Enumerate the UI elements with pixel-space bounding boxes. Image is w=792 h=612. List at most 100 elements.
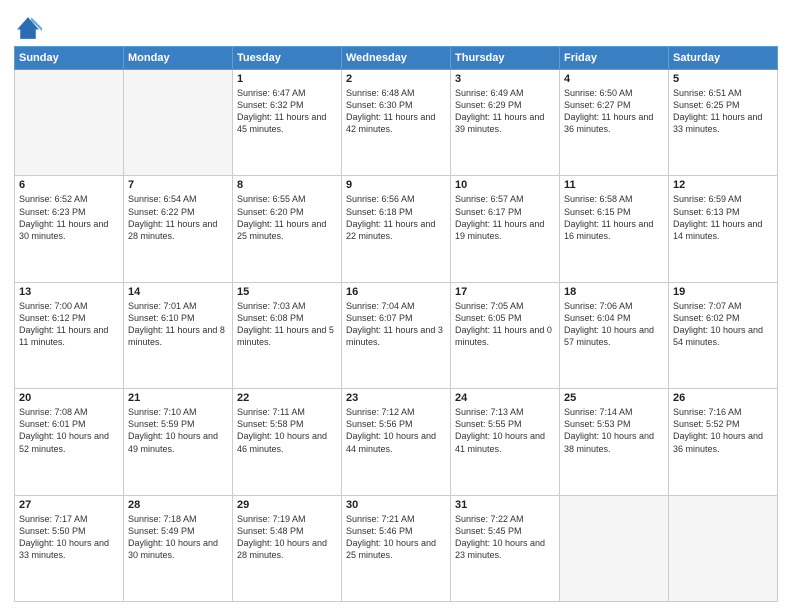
day-number: 17 — [455, 286, 555, 298]
day-number: 1 — [237, 73, 337, 85]
day-info: Sunrise: 7:14 AMSunset: 5:53 PMDaylight:… — [564, 406, 664, 455]
day-number: 2 — [346, 73, 446, 85]
day-number: 24 — [455, 392, 555, 404]
day-info: Sunrise: 6:59 AMSunset: 6:13 PMDaylight:… — [673, 193, 773, 242]
day-info: Sunrise: 7:19 AMSunset: 5:48 PMDaylight:… — [237, 513, 337, 562]
day-info: Sunrise: 6:48 AMSunset: 6:30 PMDaylight:… — [346, 87, 446, 136]
day-number: 11 — [564, 179, 664, 191]
day-number: 6 — [19, 179, 119, 191]
day-cell: 21 Sunrise: 7:10 AMSunset: 5:59 PMDayligh… — [124, 389, 233, 495]
day-info: Sunrise: 7:06 AMSunset: 6:04 PMDaylight:… — [564, 300, 664, 349]
day-cell: 24 Sunrise: 7:13 AMSunset: 5:55 PMDayligh… — [451, 389, 560, 495]
weekday-header-wednesday: Wednesday — [342, 47, 451, 70]
day-cell: 15Sunrise: 7:03 AMSunset: 6:08 PMDayligh… — [233, 282, 342, 388]
weekday-header-monday: Monday — [124, 47, 233, 70]
day-cell: 3Sunrise: 6:49 AMSunset: 6:29 PMDaylight… — [451, 70, 560, 176]
day-number: 8 — [237, 179, 337, 191]
day-number: 15 — [237, 286, 337, 298]
day-info: Sunrise: 7:10 AMSunset: 5:59 PMDaylight:… — [128, 406, 228, 455]
week-row-1: 1Sunrise: 6:47 AMSunset: 6:32 PMDaylight… — [15, 70, 778, 176]
header — [14, 10, 778, 42]
day-cell: 17 Sunrise: 7:05 AMSunset: 6:05 PMDayligh… — [451, 282, 560, 388]
day-cell: 14Sunrise: 7:01 AMSunset: 6:10 PMDayligh… — [124, 282, 233, 388]
day-info: Sunrise: 7:12 AMSunset: 5:56 PMDaylight:… — [346, 406, 446, 455]
day-number: 7 — [128, 179, 228, 191]
weekday-header-saturday: Saturday — [669, 47, 778, 70]
day-cell: 23 Sunrise: 7:12 AMSunset: 5:56 PMDayligh… — [342, 389, 451, 495]
day-cell: 31Sunrise: 7:22 AMSunset: 5:45 PMDayligh… — [451, 495, 560, 601]
day-number: 16 — [346, 286, 446, 298]
day-info: Sunrise: 7:07 AMSunset: 6:02 PMDaylight:… — [673, 300, 773, 349]
calendar-table: SundayMondayTuesdayWednesdayThursdayFrid… — [14, 46, 778, 602]
logo — [14, 14, 46, 42]
day-info: Sunrise: 6:56 AMSunset: 6:18 PMDaylight:… — [346, 193, 446, 242]
day-number: 21 — [128, 392, 228, 404]
logo-icon — [14, 14, 42, 42]
week-row-5: 27 Sunrise: 7:17 AMSunset: 5:50 PMDayligh… — [15, 495, 778, 601]
day-info: Sunrise: 7:08 AMSunset: 6:01 PMDaylight:… — [19, 406, 119, 455]
day-cell: 13 Sunrise: 7:00 AMSunset: 6:12 PMDayligh… — [15, 282, 124, 388]
day-info: Sunrise: 7:04 AMSunset: 6:07 PMDaylight:… — [346, 300, 446, 349]
day-number: 18 — [564, 286, 664, 298]
day-cell: 6 Sunrise: 6:52 AMSunset: 6:23 PMDaylight… — [15, 176, 124, 282]
page: SundayMondayTuesdayWednesdayThursdayFrid… — [0, 0, 792, 612]
week-row-3: 13 Sunrise: 7:00 AMSunset: 6:12 PMDayligh… — [15, 282, 778, 388]
day-number: 30 — [346, 499, 446, 511]
day-cell — [124, 70, 233, 176]
day-info: Sunrise: 6:58 AMSunset: 6:15 PMDaylight:… — [564, 193, 664, 242]
day-cell: 30 Sunrise: 7:21 AMSunset: 5:46 PMDayligh… — [342, 495, 451, 601]
day-number: 28 — [128, 499, 228, 511]
day-number: 20 — [19, 392, 119, 404]
day-number: 23 — [346, 392, 446, 404]
day-number: 19 — [673, 286, 773, 298]
day-info: Sunrise: 7:22 AMSunset: 5:45 PMDaylight:… — [455, 513, 555, 562]
day-info: Sunrise: 7:00 AMSunset: 6:12 PMDaylight:… — [19, 300, 119, 349]
day-info: Sunrise: 7:16 AMSunset: 5:52 PMDaylight:… — [673, 406, 773, 455]
day-number: 12 — [673, 179, 773, 191]
day-cell: 1Sunrise: 6:47 AMSunset: 6:32 PMDaylight… — [233, 70, 342, 176]
day-cell — [15, 70, 124, 176]
day-cell: 7 Sunrise: 6:54 AMSunset: 6:22 PMDaylight… — [124, 176, 233, 282]
day-cell: 12 Sunrise: 6:59 AMSunset: 6:13 PMDayligh… — [669, 176, 778, 282]
day-info: Sunrise: 7:05 AMSunset: 6:05 PMDaylight:… — [455, 300, 555, 349]
day-cell: 10 Sunrise: 6:57 AMSunset: 6:17 PMDayligh… — [451, 176, 560, 282]
day-info: Sunrise: 7:17 AMSunset: 5:50 PMDaylight:… — [19, 513, 119, 562]
day-cell — [560, 495, 669, 601]
day-number: 29 — [237, 499, 337, 511]
day-cell — [669, 495, 778, 601]
day-info: Sunrise: 6:49 AMSunset: 6:29 PMDaylight:… — [455, 87, 555, 136]
day-cell: 29 Sunrise: 7:19 AMSunset: 5:48 PMDayligh… — [233, 495, 342, 601]
day-number: 10 — [455, 179, 555, 191]
day-cell: 9 Sunrise: 6:56 AMSunset: 6:18 PMDaylight… — [342, 176, 451, 282]
day-cell: 28 Sunrise: 7:18 AMSunset: 5:49 PMDayligh… — [124, 495, 233, 601]
day-number: 9 — [346, 179, 446, 191]
day-info: Sunrise: 7:21 AMSunset: 5:46 PMDaylight:… — [346, 513, 446, 562]
day-cell: 27 Sunrise: 7:17 AMSunset: 5:50 PMDayligh… — [15, 495, 124, 601]
day-info: Sunrise: 7:11 AMSunset: 5:58 PMDaylight:… — [237, 406, 337, 455]
day-cell: 18 Sunrise: 7:06 AMSunset: 6:04 PMDayligh… — [560, 282, 669, 388]
day-number: 13 — [19, 286, 119, 298]
day-info: Sunrise: 7:18 AMSunset: 5:49 PMDaylight:… — [128, 513, 228, 562]
day-number: 26 — [673, 392, 773, 404]
day-info: Sunrise: 6:55 AMSunset: 6:20 PMDaylight:… — [237, 193, 337, 242]
day-number: 4 — [564, 73, 664, 85]
day-cell: 4 Sunrise: 6:50 AMSunset: 6:27 PMDaylight… — [560, 70, 669, 176]
day-info: Sunrise: 6:54 AMSunset: 6:22 PMDaylight:… — [128, 193, 228, 242]
day-cell: 11 Sunrise: 6:58 AMSunset: 6:15 PMDayligh… — [560, 176, 669, 282]
day-info: Sunrise: 6:57 AMSunset: 6:17 PMDaylight:… — [455, 193, 555, 242]
week-row-4: 20 Sunrise: 7:08 AMSunset: 6:01 PMDayligh… — [15, 389, 778, 495]
day-cell: 19 Sunrise: 7:07 AMSunset: 6:02 PMDayligh… — [669, 282, 778, 388]
day-cell: 25 Sunrise: 7:14 AMSunset: 5:53 PMDayligh… — [560, 389, 669, 495]
day-number: 22 — [237, 392, 337, 404]
day-cell: 20 Sunrise: 7:08 AMSunset: 6:01 PMDayligh… — [15, 389, 124, 495]
day-info: Sunrise: 6:50 AMSunset: 6:27 PMDaylight:… — [564, 87, 664, 136]
day-info: Sunrise: 6:52 AMSunset: 6:23 PMDaylight:… — [19, 193, 119, 242]
weekday-header-thursday: Thursday — [451, 47, 560, 70]
day-info: Sunrise: 7:01 AMSunset: 6:10 PMDaylight:… — [128, 300, 228, 349]
day-cell: 2 Sunrise: 6:48 AMSunset: 6:30 PMDaylight… — [342, 70, 451, 176]
weekday-header-tuesday: Tuesday — [233, 47, 342, 70]
day-number: 5 — [673, 73, 773, 85]
day-number: 27 — [19, 499, 119, 511]
day-number: 25 — [564, 392, 664, 404]
day-info: Sunrise: 7:13 AMSunset: 5:55 PMDaylight:… — [455, 406, 555, 455]
